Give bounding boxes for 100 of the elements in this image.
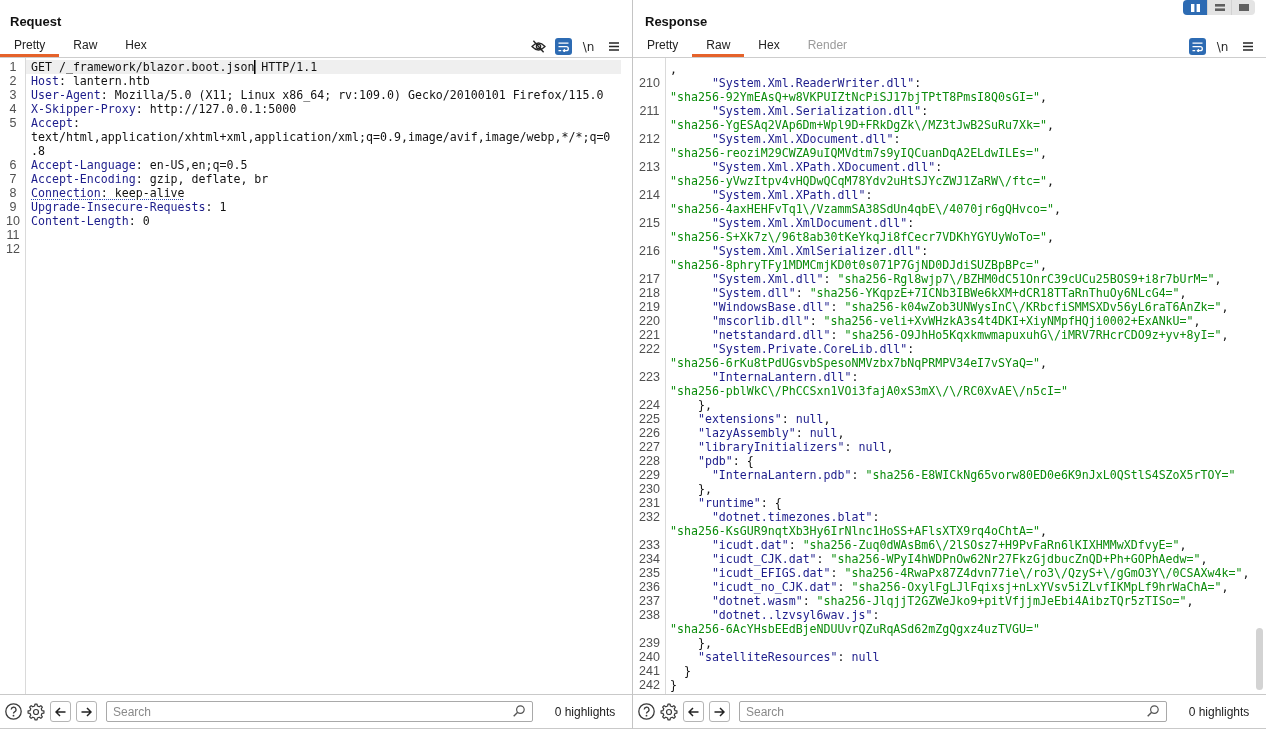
search-field[interactable]: Search — [739, 701, 1167, 722]
line-number: 229 — [639, 468, 660, 482]
left-arrow-icon — [688, 706, 699, 717]
code-line: "netstandard.dll": "sha256-O9JhHo5KqxkmwmapuxuhG\/iMRV7RHcrCDO9z+yv+8yI=", — [710, 328, 1229, 342]
panel-title: Request — [10, 14, 62, 30]
line-number: 236 — [639, 580, 660, 594]
line-number: 3 — [9, 88, 17, 102]
panel-title: Response — [645, 14, 708, 30]
line-number: 6 — [9, 158, 17, 172]
code-line: "mscorlib.dll": "sha256-veli+XvWHzkA3s4t4DKI+XiyNMpfHQji0002+ExANkU=", — [710, 314, 1201, 328]
right-arrow-icon — [714, 706, 725, 717]
tab[interactable]: Raw — [59, 36, 112, 57]
tab[interactable]: Raw — [692, 36, 745, 57]
line-number: 217 — [639, 272, 660, 286]
code-line: "extensions": null, — [696, 412, 831, 426]
menu-icon — [1242, 42, 1253, 51]
line-number: 10 — [6, 214, 20, 228]
line-number: 240 — [639, 650, 660, 664]
newlines-toggle[interactable]: \n — [580, 38, 597, 55]
wrap-toggle[interactable] — [555, 38, 572, 55]
line-number: 226 — [639, 426, 660, 440]
back-button[interactable] — [683, 701, 704, 722]
code-line: Connection: keep-alive — [31, 186, 185, 200]
code-line: }, — [696, 398, 712, 412]
line-number: 221 — [639, 328, 660, 342]
line-number: 213 — [639, 160, 660, 174]
highlights-count: 0 highlights — [1188, 704, 1250, 719]
code-line: }, — [696, 482, 712, 496]
search-field[interactable]: Search — [106, 701, 533, 722]
code-line: "lazyAssembly": null, — [696, 426, 845, 440]
two-rows-icon — [1214, 4, 1225, 11]
code-line: "pdb": { — [696, 454, 754, 468]
code-line: "System.Xml.XmlDocument.dll": "sha256-S+Xk7z\/96t8ab30tKeYkqJi8fCecr7VDKhYGYUyWoTo=", — [670, 216, 1055, 244]
code-line: "System.Xml.XDocument.dll": "sha256-reoziM29CWZA9uIQMVdtm7s9yIQCuanDqA2ELdwILEs=", — [670, 132, 1048, 160]
code-line: "System.Private.CoreLib.dll": "sha256-6rKu8tPdUGsvbSpesoNMVzbx7bNqPRMPV34eI7vSYaQ=", — [670, 342, 1048, 370]
code-line: "dotnet.timezones.blat": "sha256-KsGUR9nqtXb3Hy6IrNlnc1HoSS+AFlsXTX9rq4oChtA=", — [670, 510, 1048, 538]
code-line: Upgrade-Insecure-Requests: 1 — [31, 200, 227, 214]
code-line: X-Skipper-Proxy: http://127.0.0.1:5000 — [31, 102, 297, 116]
right-arrow-icon — [81, 706, 92, 717]
code-line: Accept-Encoding: gzip, deflate, br — [31, 172, 269, 186]
help-icon[interactable] — [638, 703, 655, 720]
line-number: 1 — [9, 60, 17, 74]
single-pane-icon — [1238, 4, 1249, 11]
settings-icon[interactable] — [660, 702, 678, 721]
tab[interactable]: Pretty — [633, 36, 693, 57]
code-line: } — [682, 664, 691, 678]
line-number: 235 — [639, 566, 660, 580]
wrap-icon — [1192, 41, 1203, 52]
line-number: 237 — [639, 594, 660, 608]
code-line: "InternaLantern.pdb": "sha256-E8WICkNg65vorw80ED0e6K9nJxL0QStlS4SZoX5rTOY=" — [710, 468, 1236, 482]
help-icon[interactable] — [5, 703, 22, 720]
line-number: 219 — [639, 300, 660, 314]
line-number: 216 — [639, 244, 660, 258]
code-line: "System.Xml.XPath.dll": "sha256-4axHEHFvTq1\/VzammSA38SdUn4qbE\/4070jr6gQHvco=", — [670, 188, 1062, 216]
line-number: 5 — [9, 116, 17, 130]
layout-button[interactable] — [1183, 0, 1207, 15]
two-columns-icon — [1190, 3, 1200, 12]
code-line: Content-Length: 0 — [31, 214, 150, 228]
left-arrow-icon — [55, 706, 66, 717]
line-number: 212 — [639, 132, 660, 146]
wrap-toggle[interactable] — [1189, 38, 1206, 55]
tab[interactable]: Pretty — [0, 36, 60, 57]
tab[interactable]: Hex — [111, 36, 161, 57]
code-line: "dotnet.wasm": "sha256-JlqjjT2GZWeJko9+pitVfjjmJeEbi4AibzTQr5zTISo=", — [710, 594, 1194, 608]
code-line: "System.Xml.XPath.XDocument.dll": "sha256-yVwzItpv4vHQDwQCqM78Ydv2uHtSJYcZWJ1ZaRW\/ftc=", — [670, 160, 1055, 188]
code-line: "System.Xml.ReaderWriter.dll": "sha256-92YmEAsQ+w8VKPUIZtNcPiSJ17bjTPtT8PmsI8Q0sGI=", — [670, 76, 1048, 104]
layout-button[interactable] — [1231, 0, 1255, 15]
line-number: 12 — [6, 242, 20, 256]
code-line: "System.Xml.Serialization.dll": "sha256-YgESAq2VAp6Dm+Wpl9D+FRkDgZk\/MZ3tJwB2SuRu7Xk=", — [670, 104, 1055, 132]
code-line: "WindowsBase.dll": "sha256-k04wZob3UNWysInC\/KRbcfiSMMSXDv56yL6raT6AnZk=", — [710, 300, 1229, 314]
code-line: "libraryInitializers": null, — [696, 440, 894, 454]
layout-button[interactable] — [1207, 0, 1231, 15]
forward-button[interactable] — [709, 701, 730, 722]
code-line: "icudt.dat": "sha256-Zuq0dWAsBm6\/2lSOsz7+H9PvFaRn6lKIXHMMwXDfvyE=", — [710, 538, 1187, 552]
code-line: User-Agent: Mozilla/5.0 (X11; Linux x86_64; rv:109.0) Gecko/20100101 Firefox/115.0 — [31, 88, 604, 102]
line-number: 223 — [639, 370, 660, 384]
scrollbar-thumb[interactable] — [1256, 628, 1263, 690]
visibility-toggle[interactable] — [530, 38, 547, 55]
line-number: 214 — [639, 188, 660, 202]
code-line: "runtime": { — [696, 496, 782, 510]
code-line: } — [670, 678, 677, 692]
code-line: "icudt_CJK.dat": "sha256-WPyI4hWDPnOw62Nr27FkzGjdbucZnQD+Ph+GOPhAedw=", — [710, 552, 1208, 566]
line-number: 238 — [639, 608, 660, 622]
newlines-toggle[interactable]: \n — [1214, 38, 1231, 55]
tab[interactable]: Hex — [744, 36, 794, 57]
back-button[interactable] — [50, 701, 71, 722]
code-line: Accept-Language: en-US,en;q=0.5 — [31, 158, 248, 172]
line-number: 215 — [639, 216, 660, 230]
line-number: 224 — [639, 398, 660, 412]
line-number: 225 — [639, 412, 660, 426]
forward-button[interactable] — [76, 701, 97, 722]
code-line: }, — [696, 636, 712, 650]
code-line: , — [670, 62, 677, 76]
search-icon — [513, 705, 525, 717]
highlights-count: 0 highlights — [554, 704, 616, 719]
code-line: "InternaLantern.dll": "sha256-pblWkC\/PhCCSxn1VOi3fajA0xS3mX\/\/RC0XvAE\/n5cI=" — [670, 370, 1069, 398]
settings-icon[interactable] — [27, 702, 45, 721]
line-number: 11 — [6, 228, 20, 242]
line-number: 228 — [639, 454, 660, 468]
code-line: "System.Xml.dll": "sha256-Rgl8wjp7\/BZHM0dC51OnrC39cUCu25BOS9+i8r7bUrM=", — [710, 272, 1222, 286]
